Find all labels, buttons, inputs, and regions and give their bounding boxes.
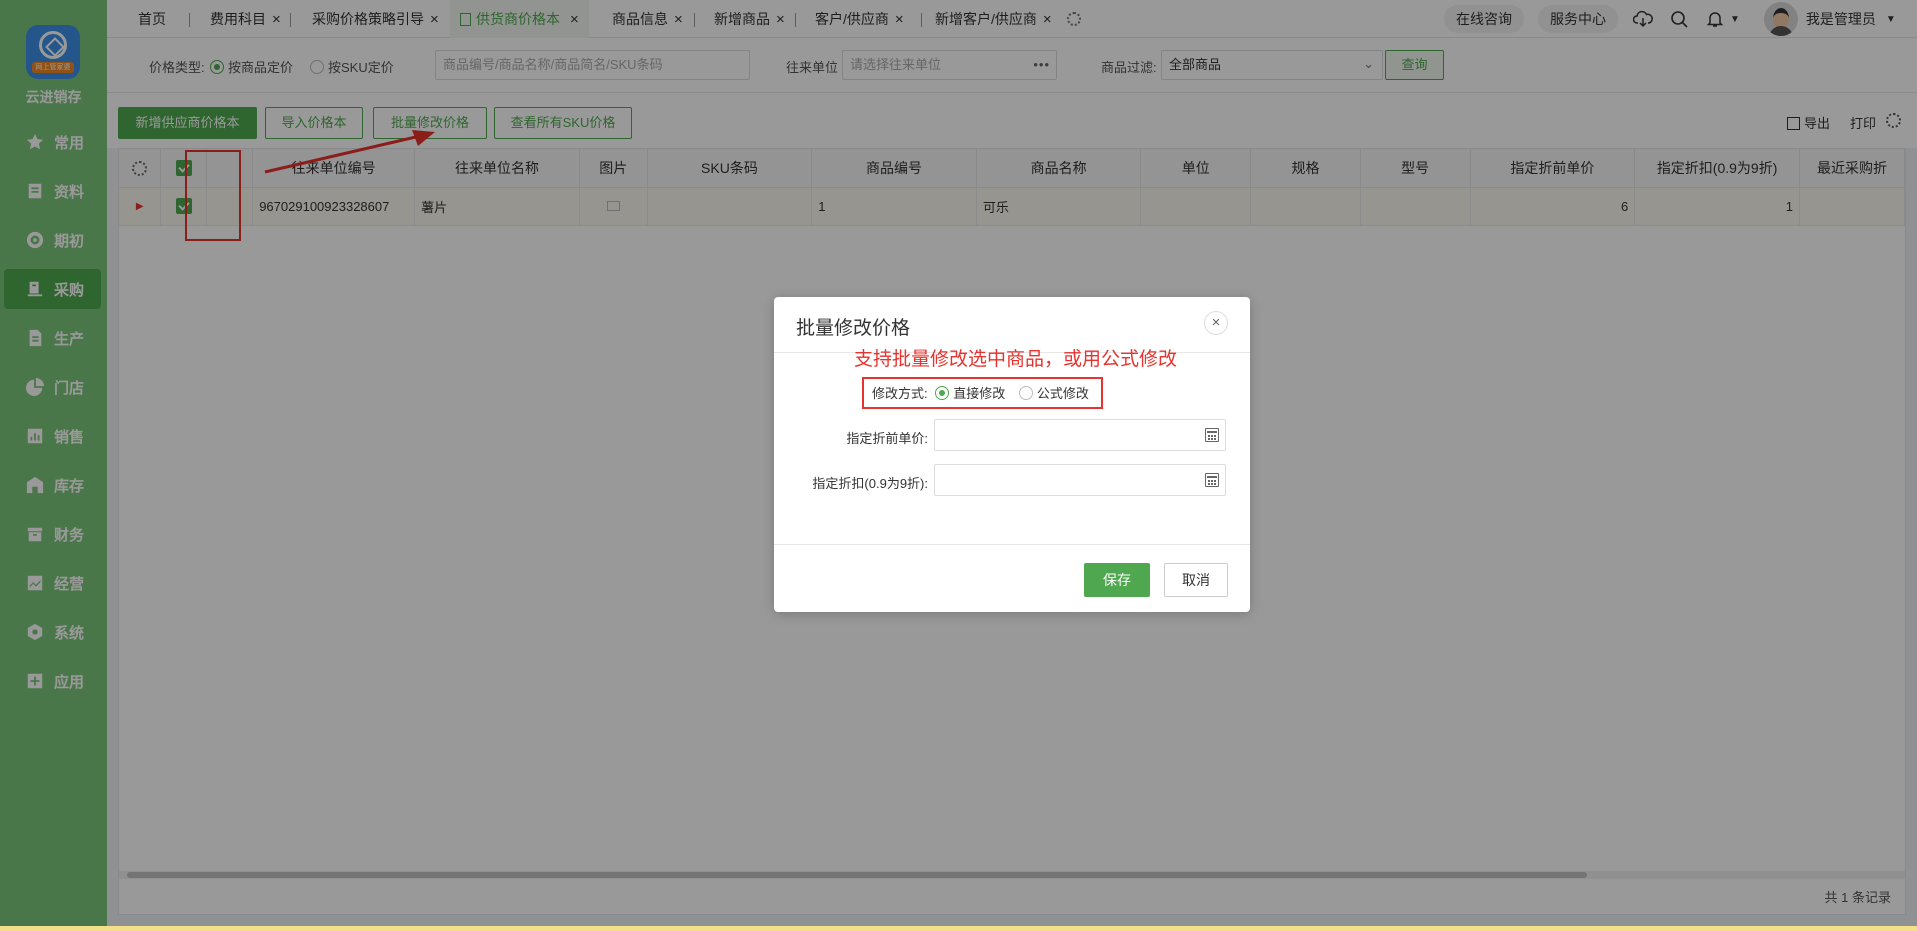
edit-mode-label: 修改方式: [872, 386, 928, 401]
radio-icon [935, 386, 950, 400]
price-input[interactable] [934, 419, 1226, 451]
edit-mode-group: 修改方式: 直接修改 公式修改 [872, 383, 1089, 402]
dialog-title: 批量修改价格 [796, 318, 911, 339]
batch-edit-dialog: 批量修改价格 × 支持批量修改选中商品，或用公式修改 修改方式: 直接修改 公式… [774, 297, 1250, 612]
price-label: 指定折前单价: [846, 431, 928, 446]
bottom-strip [0, 926, 1917, 931]
calculator-icon[interactable] [1205, 473, 1219, 487]
discount-input[interactable] [934, 464, 1226, 496]
radio-direct-edit[interactable]: 直接修改 [935, 386, 1005, 401]
close-icon[interactable]: × [1204, 311, 1228, 335]
calculator-icon[interactable] [1205, 428, 1219, 442]
discount-label: 指定折扣(0.9为9折): [812, 476, 928, 491]
divider [774, 544, 1250, 545]
radio-label: 公式修改 [1036, 386, 1089, 401]
radio-label: 直接修改 [953, 386, 1006, 401]
radio-icon [1018, 386, 1033, 400]
save-button[interactable]: 保存 [1084, 563, 1150, 597]
cancel-button[interactable]: 取消 [1164, 563, 1228, 597]
annotation-note: 支持批量修改选中商品，或用公式修改 [854, 349, 1178, 370]
radio-formula-edit[interactable]: 公式修改 [1018, 386, 1089, 401]
